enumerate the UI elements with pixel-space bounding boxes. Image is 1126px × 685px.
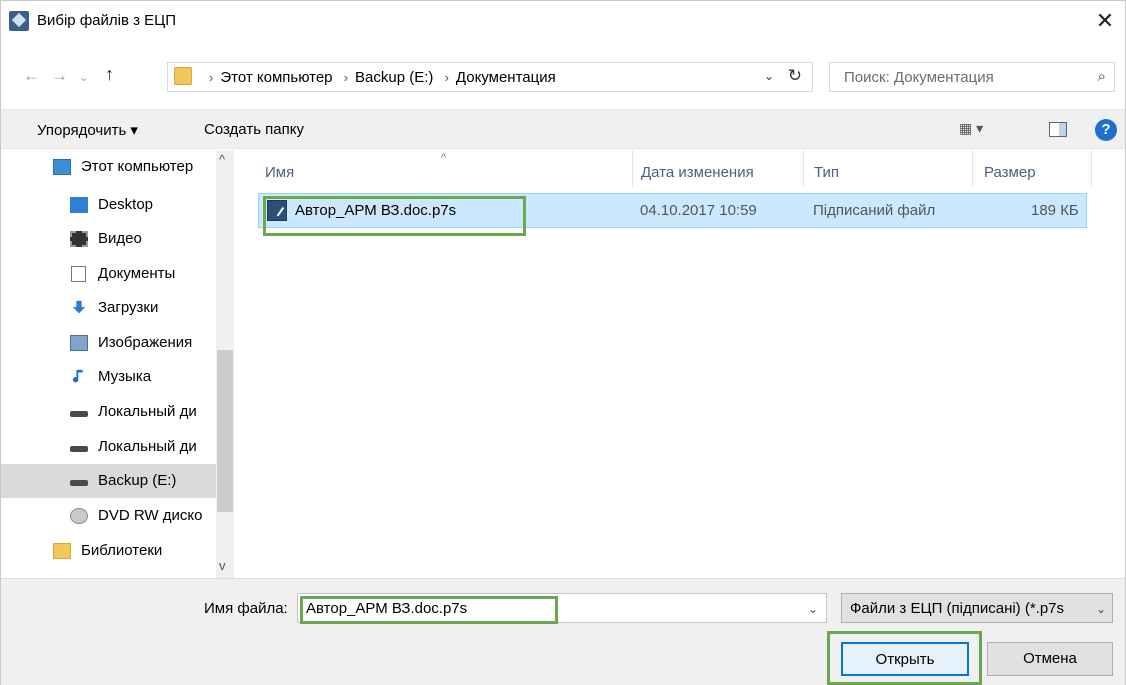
file-date: 04.10.2017 10:59	[640, 202, 757, 219]
search-placeholder: Поиск: Документация	[844, 69, 994, 86]
column-divider[interactable]	[1091, 150, 1092, 188]
breadcrumb-separator: ›	[209, 70, 214, 85]
file-type-value: Файли з ЕЦП (підписані) (*.p7s	[850, 600, 1065, 617]
documents-icon	[71, 266, 86, 282]
images-icon	[70, 335, 88, 351]
navigation-scrollbar[interactable]: ^ v	[216, 150, 234, 578]
window-title: Вибір файлів з ЕЦП	[37, 12, 177, 29]
highlight-frame-file	[263, 196, 526, 236]
column-header-date[interactable]: Дата изменения	[633, 150, 803, 188]
navigation-pane: Этот компьютер Desktop Видео Документы З…	[1, 150, 234, 578]
new-folder-button[interactable]: Создать папку	[204, 121, 304, 138]
drive-icon	[70, 480, 88, 486]
help-icon[interactable]: ?	[1095, 119, 1117, 141]
column-header-size[interactable]: Размер	[973, 150, 1091, 188]
highlight-frame-open	[827, 631, 982, 685]
column-header-label: Тип	[814, 164, 840, 181]
dvd-icon	[70, 508, 88, 524]
navigation-bar: ← → ⌄ ↑ › Этот компьютер › Backup (E:) › До…	[1, 56, 1125, 100]
desktop-icon	[70, 197, 88, 213]
sidebar-item-documents[interactable]: Документы	[1, 257, 216, 291]
sidebar-item-libraries[interactable]: Библиотеки	[1, 534, 216, 568]
filename-label: Имя файла:	[204, 600, 288, 617]
address-bar[interactable]: › Этот компьютер › Backup (E:) › Документац…	[167, 62, 813, 92]
sidebar-item-label: Этот компьютер	[81, 158, 194, 175]
video-icon	[70, 231, 88, 247]
scroll-up-icon[interactable]: ^	[219, 152, 225, 167]
title-bar: Вибір файлів з ЕЦП ✕	[1, 1, 1125, 41]
pc-icon	[53, 159, 71, 175]
file-dialog: Вибір файлів з ЕЦП ✕ ← → ⌄ ↑ › Этот компь…	[0, 0, 1126, 685]
column-header-label: Дата изменения	[641, 164, 754, 181]
back-arrow-icon[interactable]: ←	[23, 66, 40, 86]
forward-arrow-icon[interactable]: →	[51, 66, 68, 86]
column-header-type[interactable]: Тип	[804, 150, 972, 188]
sidebar-item-label: Документы	[98, 265, 176, 282]
sidebar-item-label: Desktop	[98, 196, 154, 213]
cancel-button[interactable]: Отмена	[987, 642, 1113, 676]
drive-icon	[70, 411, 88, 417]
breadcrumb-separator: ›	[343, 70, 349, 85]
file-size: 189 КБ	[1031, 202, 1079, 219]
close-icon[interactable]: ✕	[1091, 7, 1119, 35]
sidebar-item-local-disk-2[interactable]: Локальный ди	[1, 430, 216, 464]
scrollbar-thumb[interactable]	[217, 350, 233, 512]
sidebar-item-downloads[interactable]: Загрузки	[1, 291, 216, 325]
app-icon	[9, 11, 29, 31]
library-icon	[53, 543, 71, 559]
sidebar-item-label: Локальный ди	[98, 438, 197, 455]
sidebar-item-video[interactable]: Видео	[1, 222, 216, 256]
breadcrumb-item[interactable]: Документация	[456, 69, 556, 86]
column-header-label: Размер	[984, 164, 1036, 181]
sidebar-item-backup[interactable]: Backup (E:)	[1, 464, 216, 498]
sort-ascending-icon: ^	[441, 152, 447, 164]
dialog-footer: Имя файла: Автор_АРМ ВЗ.doc.p7s ⌄ Файли …	[1, 578, 1125, 685]
sidebar-item-label: Видео	[98, 230, 142, 247]
view-options-icon[interactable]: ▦ ▾	[959, 120, 983, 137]
sidebar-item-music[interactable]: Музыка	[1, 360, 216, 394]
sidebar-item-label: Библиотеки	[81, 542, 163, 559]
sidebar-item-label: Музыка	[98, 368, 152, 385]
refresh-icon[interactable]: ↻	[788, 66, 802, 86]
sidebar-item-label: Изображения	[98, 334, 193, 351]
scroll-down-icon[interactable]: v	[219, 558, 226, 573]
sidebar-item-label: Локальный ди	[98, 403, 197, 420]
sidebar-item-desktop[interactable]: Desktop	[1, 188, 216, 222]
breadcrumb: › Этот компьютер › Backup (E:) › Документац…	[202, 69, 556, 86]
sidebar-item-this-pc[interactable]: Этот компьютер	[1, 150, 216, 184]
filename-dropdown-icon[interactable]: ⌄	[808, 602, 818, 616]
preview-pane-icon[interactable]	[1049, 122, 1067, 137]
sidebar-item-label: Загрузки	[98, 299, 159, 316]
sidebar-item-label: Backup (E:)	[98, 472, 177, 489]
arrange-button[interactable]: Упорядочить ▾	[37, 121, 138, 139]
music-icon	[72, 369, 83, 383]
command-bar: Упорядочить ▾ Создать папку ▦ ▾ ?	[1, 109, 1125, 149]
search-icon: ⌕	[1097, 68, 1106, 85]
sidebar-item-local-disk-1[interactable]: Локальный ди	[1, 395, 216, 429]
breadcrumb-separator: ›	[444, 70, 449, 85]
up-arrow-icon[interactable]: ↑	[105, 64, 114, 85]
column-header-name[interactable]: Имя ^	[250, 150, 632, 188]
folder-icon	[174, 67, 192, 85]
breadcrumb-item[interactable]: Этот компьютер	[220, 69, 332, 86]
column-header-label: Имя	[265, 164, 295, 181]
breadcrumb-item[interactable]: Backup (E:)	[355, 69, 433, 86]
file-type-select[interactable]: Файли з ЕЦП (підписані) (*.p7s ⌄	[841, 593, 1113, 623]
sidebar-item-label: DVD RW диско	[98, 507, 203, 524]
address-dropdown-icon[interactable]: ⌄	[764, 69, 774, 83]
highlight-frame-filename	[300, 596, 558, 624]
file-type-dropdown-icon[interactable]: ⌄	[1096, 602, 1106, 616]
file-type: Підписаний файл	[813, 202, 936, 219]
downloads-icon	[72, 300, 86, 314]
sidebar-item-images[interactable]: Изображения	[1, 326, 216, 360]
sidebar-item-dvd[interactable]: DVD RW диско	[1, 499, 216, 533]
search-input[interactable]: Поиск: Документация ⌕	[829, 62, 1115, 92]
recent-locations-icon[interactable]: ⌄	[79, 71, 88, 84]
drive-icon	[70, 446, 88, 452]
